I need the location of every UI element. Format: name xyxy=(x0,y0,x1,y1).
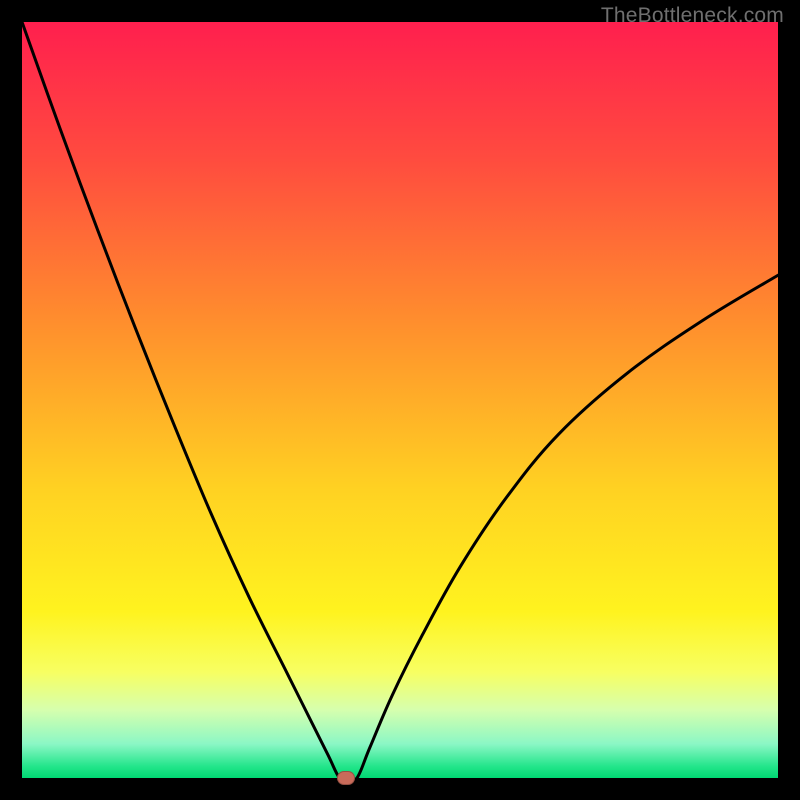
chart-container: TheBottleneck.com xyxy=(0,0,800,800)
bottleneck-curve xyxy=(22,22,778,778)
optimal-point-marker xyxy=(337,771,355,785)
plot-frame xyxy=(22,22,778,778)
plot-area xyxy=(22,22,778,778)
watermark-label: TheBottleneck.com xyxy=(601,4,784,28)
